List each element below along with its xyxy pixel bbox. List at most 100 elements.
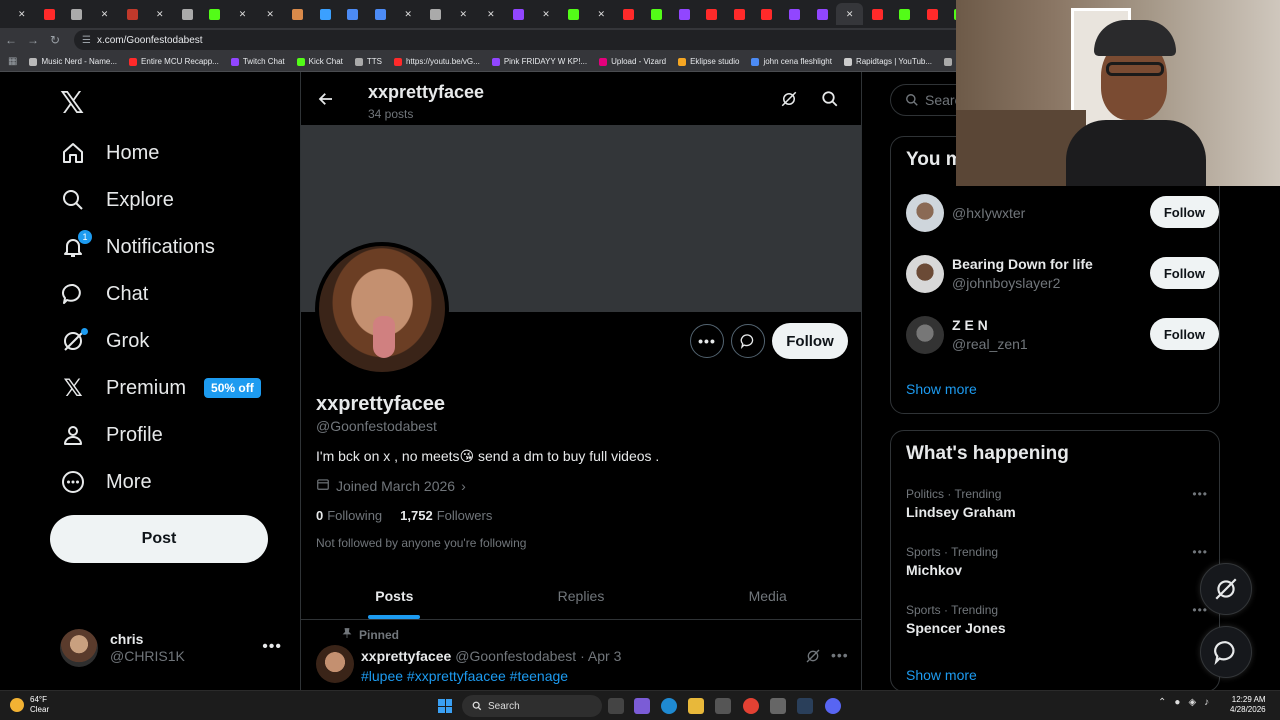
task-view-icon[interactable] [608,698,624,714]
browser-tab[interactable]: ✕ [146,3,174,25]
browser-tab[interactable] [367,3,395,25]
x-logo-icon[interactable]: 𝕏 [60,86,84,121]
message-button[interactable] [731,324,765,358]
browser-tab[interactable] [339,3,367,25]
browser-tab[interactable]: ✕ [835,3,864,25]
app-icon[interactable] [770,698,786,714]
bookmark-item[interactable]: Twitch Chat [230,57,285,66]
bookmark-item[interactable]: Kick Chat [296,57,343,66]
browser-tab[interactable] [201,3,229,25]
bookmark-item[interactable]: Pink FRIDAYY W KP!... [491,57,587,66]
browser-tab[interactable] [615,3,643,25]
steam-icon[interactable] [797,698,813,714]
browser-tab[interactable] [560,3,588,25]
grok-icon[interactable] [805,648,821,664]
browser-tab[interactable] [36,3,64,25]
browser-tab[interactable]: ✕ [91,3,119,25]
browser-tab[interactable] [919,3,947,25]
follow-button[interactable]: Follow [1149,257,1219,289]
browser-tab[interactable] [891,3,919,25]
search-icon[interactable] [821,90,839,108]
chevron-up-icon[interactable]: ⌃ [1158,697,1166,708]
browser-tab[interactable] [174,3,202,25]
browser-tab[interactable]: ✕ [532,3,560,25]
copilot-icon[interactable] [634,698,650,714]
show-more-trends-link[interactable]: Show more [906,667,977,683]
browser-tab[interactable] [670,3,698,25]
grok-floating-button[interactable] [1200,563,1252,615]
chat-floating-button[interactable] [1200,626,1252,678]
show-more-link[interactable]: Show more [906,381,977,397]
reload-icon[interactable]: ↻ [44,33,66,47]
profile-avatar[interactable] [315,242,449,376]
file-explorer-icon[interactable] [688,698,704,714]
chrome-icon[interactable] [743,698,759,714]
browser-tab[interactable] [698,3,726,25]
followers-link[interactable]: 1,752 Followers [400,508,492,523]
grok-icon[interactable] [780,90,798,108]
follow-button[interactable]: Follow [1149,196,1219,228]
account-switcher[interactable]: chris @CHRIS1K ••• [60,628,286,668]
tab-posts[interactable]: Posts [301,572,488,619]
edge-icon[interactable] [661,698,677,714]
back-arrow-icon[interactable] [317,90,335,113]
tab-media[interactable]: Media [674,572,861,619]
browser-tab[interactable]: ✕ [256,3,284,25]
bookmark-item[interactable]: Eklipse studio [678,57,739,66]
browser-tab[interactable]: ✕ [587,3,615,25]
post-author-handle[interactable]: @Goonfestodabest [455,648,576,664]
browser-tab[interactable] [63,3,91,25]
ellipsis-icon[interactable]: ••• [262,638,282,656]
nav-premium[interactable]: 𝕏 Premium 50% off [60,368,261,408]
browser-tab[interactable]: ✕ [8,3,36,25]
joined-date[interactable]: Joined March 2026 › [316,477,466,494]
browser-tab[interactable]: ✕ [477,3,505,25]
post-date[interactable]: · Apr 3 [580,648,621,664]
suggestion-item[interactable]: Bearing Down for life @johnboyslayer2 Fo… [906,254,1219,294]
browser-tab[interactable] [118,3,146,25]
nav-chat[interactable]: Chat [60,274,148,314]
windows-start-icon[interactable] [438,699,452,713]
browser-tab[interactable] [643,3,671,25]
post-button[interactable]: Post [50,515,268,563]
browser-tab[interactable] [725,3,753,25]
nav-grok[interactable]: Grok [60,321,149,361]
store-icon[interactable] [715,698,731,714]
bookmark-item[interactable]: john cena fleshlight [751,57,832,66]
suggestion-item[interactable]: @hxIywxter Follow [906,193,1219,233]
taskbar-search[interactable]: Search [462,695,602,717]
post-author-name[interactable]: xxprettyfacee [361,648,451,664]
bookmark-item[interactable]: TTS [354,57,382,66]
bookmark-item[interactable]: Music Nerd - Name... [29,57,117,66]
ellipsis-icon[interactable]: ••• [1192,545,1208,559]
follow-button[interactable]: Follow [772,323,848,359]
ellipsis-icon[interactable]: ••• [831,647,849,663]
trend-item[interactable]: Sports · Trending Spencer Jones ••• [906,603,1207,636]
browser-tab[interactable] [753,3,781,25]
bookmark-item[interactable]: Entire MCU Recapp... [129,57,219,66]
ellipsis-icon[interactable]: ••• [1192,487,1208,501]
browser-tab[interactable] [808,3,836,25]
trend-item[interactable]: Politics · Trending Lindsey Graham ••• [906,487,1208,520]
browser-tab[interactable]: ✕ [450,3,478,25]
nav-explore[interactable]: Explore [60,180,174,220]
bookmark-item[interactable]: Upload - Vizard [599,57,666,66]
following-link[interactable]: 0 Following [316,508,382,523]
forward-arrow-icon[interactable]: → [22,33,44,47]
post-hashtags[interactable]: #lupee #xxprettyfaacee #teenage [361,668,568,684]
weather-widget[interactable]: 64°F Clear [10,695,49,714]
volume-icon[interactable]: ♪ [1204,697,1209,708]
nav-more[interactable]: More [60,462,152,502]
nav-notifications[interactable]: 1 Notifications [60,227,215,267]
taskbar-clock[interactable]: 12:29 AM 4/28/2026 [1230,695,1266,716]
nav-profile[interactable]: Profile [60,415,163,455]
browser-tab[interactable] [312,3,340,25]
bookmark-item[interactable]: Rapidtags | YouTub... [843,57,932,66]
more-options-button[interactable]: ••• [690,324,724,358]
back-arrow-icon[interactable]: ← [0,33,22,47]
bookmark-item[interactable]: https://youtu.be/vG... [393,57,480,66]
browser-tab[interactable] [284,3,312,25]
tab-replies[interactable]: Replies [488,572,675,619]
follow-button[interactable]: Follow [1149,318,1219,350]
apps-grid-icon[interactable]: ▦ [8,56,17,67]
